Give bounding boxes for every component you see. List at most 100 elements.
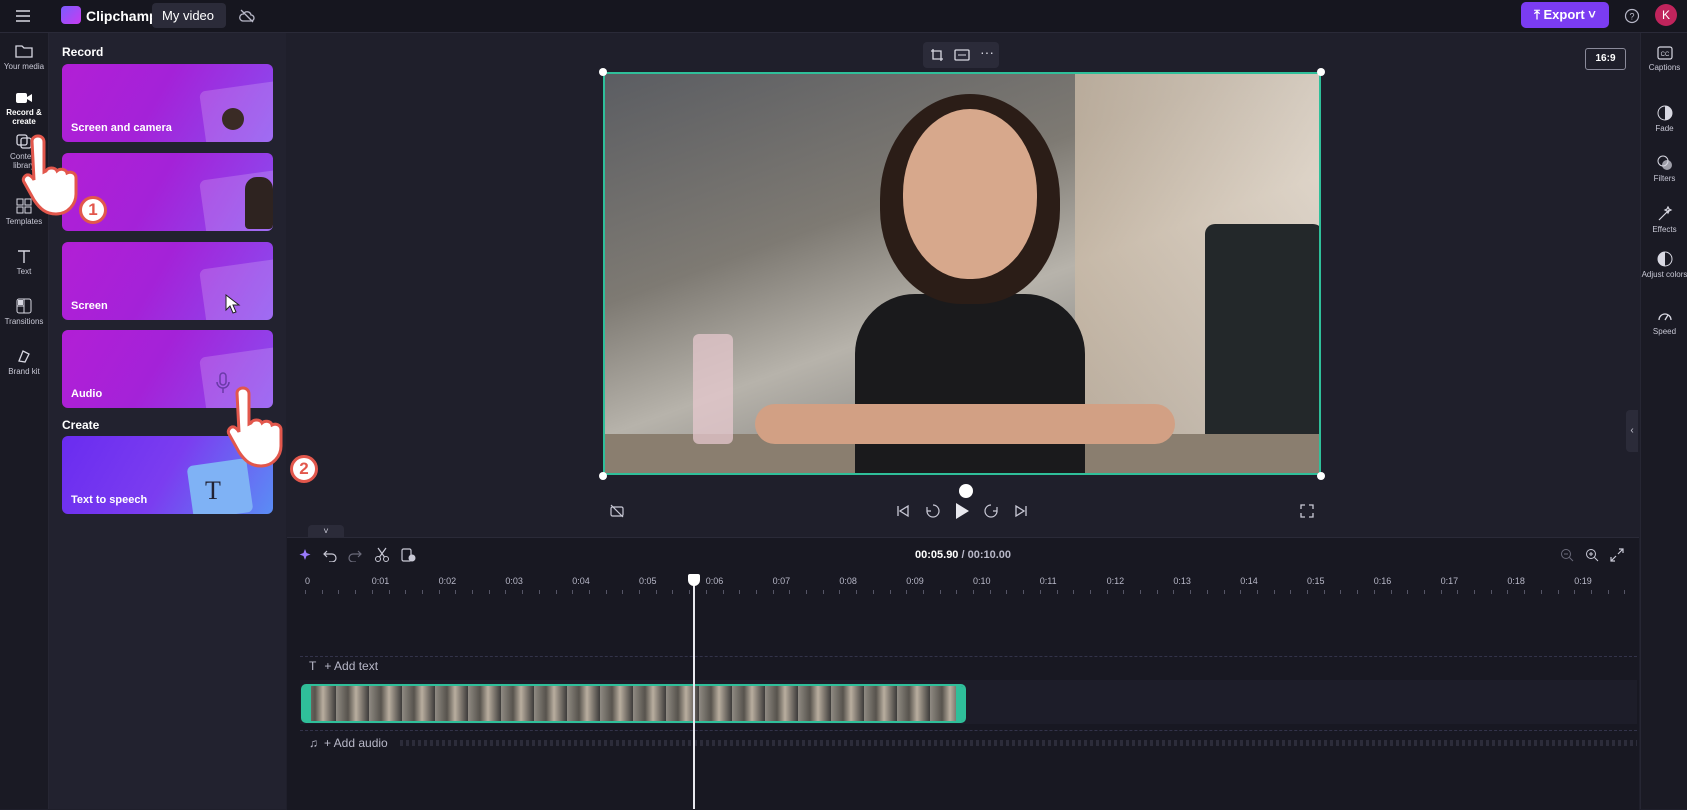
rail-label: Fade	[1655, 124, 1674, 133]
video-preview-frame[interactable]	[603, 72, 1321, 475]
resize-handle[interactable]	[599, 68, 607, 76]
track-divider	[300, 730, 1637, 732]
ruler-tick	[839, 590, 841, 594]
zoom-out-icon[interactable]	[1560, 548, 1574, 562]
rail-filters[interactable]: Filters	[1641, 155, 1687, 183]
export-button[interactable]: ⤒ Export ˅	[1521, 2, 1609, 28]
collapse-chevron-icon[interactable]: ˅	[308, 525, 344, 537]
ruler-tick	[1023, 590, 1025, 594]
rail-captions[interactable]: CC Captions	[1641, 46, 1687, 72]
skip-forward-icon[interactable]	[1014, 504, 1028, 518]
hand-pointer-icon	[226, 386, 283, 468]
playhead-handle[interactable]	[688, 574, 700, 586]
nav-text[interactable]: Text	[0, 248, 48, 276]
undo-icon[interactable]	[323, 548, 337, 562]
ruler-tick	[1507, 590, 1509, 594]
ruler-tick-label: 0	[305, 576, 311, 586]
project-name-tab[interactable]: My video	[152, 3, 226, 28]
chevron-down-icon: ˅	[1584, 7, 1596, 22]
fit-icon[interactable]	[954, 48, 970, 62]
ruler-tick	[1340, 590, 1342, 594]
nav-brand-kit[interactable]: Brand kit	[0, 348, 48, 376]
hand-pointer-icon	[21, 134, 78, 216]
redo-icon[interactable]	[348, 548, 362, 562]
ruler-tick-label: 0:16	[1373, 576, 1392, 586]
playhead-line	[693, 576, 695, 809]
ruler-tick	[1106, 590, 1108, 594]
speed-icon	[1657, 313, 1672, 321]
brand-icon	[18, 350, 30, 363]
ruler-tick	[973, 590, 974, 594]
hamburger-menu-icon[interactable]	[14, 7, 32, 25]
ruler-tick	[438, 590, 440, 594]
user-avatar[interactable]: K	[1655, 4, 1677, 26]
ruler-tick-label: 0:15	[1307, 576, 1325, 586]
skip-back-icon[interactable]	[896, 504, 910, 518]
ruler-tick	[1240, 590, 1242, 594]
forward-5-icon[interactable]	[983, 503, 999, 519]
card-label: Text to speech	[71, 494, 148, 506]
ruler-tick	[455, 590, 457, 594]
add-audio-track[interactable]: ♫ + Add audio	[309, 736, 388, 750]
nav-label: Transitions	[4, 317, 44, 326]
fade-icon	[1657, 105, 1672, 121]
ruler-tick	[1273, 590, 1275, 594]
aspect-ratio-button[interactable]: 16:9	[1585, 48, 1626, 70]
rotate-handle[interactable]	[959, 484, 973, 498]
add-text-label: + Add text	[324, 659, 379, 673]
nav-record-create[interactable]: Record & create	[0, 91, 48, 126]
music-note-icon: ♫	[309, 736, 318, 750]
rail-speed[interactable]: Speed	[1641, 308, 1687, 336]
rewind-5-icon[interactable]	[925, 503, 941, 519]
ruler-tick	[388, 590, 390, 594]
video-clip[interactable]	[301, 684, 966, 723]
rail-adjust-colors[interactable]: Adjust colors	[1641, 251, 1687, 279]
ruler-tick	[655, 590, 657, 594]
resize-handle[interactable]	[1317, 472, 1325, 480]
ruler-tick-label: 0:08	[839, 576, 857, 586]
ruler-tick-label: 0:04	[572, 576, 590, 586]
ruler-tick	[321, 590, 323, 594]
play-icon[interactable]	[954, 502, 970, 520]
ruler-tick	[1006, 590, 1008, 594]
split-scissors-icon[interactable]	[374, 547, 390, 563]
nav-transitions[interactable]: Transitions	[0, 298, 48, 326]
cloud-off-icon[interactable]	[238, 7, 256, 25]
card-screen-and-camera[interactable]: Screen and camera	[62, 64, 273, 142]
person-torso	[855, 294, 1085, 473]
svg-text:?: ?	[1629, 12, 1634, 22]
ruler-tick	[922, 590, 924, 594]
ruler-tick	[371, 590, 373, 594]
ruler-tick	[1256, 590, 1258, 594]
zoom-in-icon[interactable]	[1585, 548, 1599, 562]
rail-fade[interactable]: Fade	[1641, 105, 1687, 133]
more-options-icon[interactable]: ···	[980, 44, 994, 60]
resize-handle[interactable]	[1317, 68, 1325, 76]
ruler-tick	[672, 590, 674, 594]
help-icon[interactable]: ?	[1624, 8, 1640, 24]
clip-trim-handle-right[interactable]	[956, 686, 964, 721]
resize-handle[interactable]	[599, 472, 607, 480]
rail-effects[interactable]: Effects	[1641, 206, 1687, 234]
screenshot-off-icon[interactable]	[609, 503, 625, 519]
crop-icon[interactable]	[930, 48, 944, 62]
ruler-tick	[1357, 590, 1359, 594]
clip-trim-handle-left[interactable]	[303, 686, 311, 721]
ruler-tick	[1540, 590, 1542, 594]
card-screen[interactable]: Screen	[62, 242, 273, 320]
fullscreen-icon[interactable]	[1300, 504, 1314, 518]
record-heading: Record	[62, 45, 104, 59]
ruler-tick	[338, 590, 340, 594]
ruler-tick	[538, 590, 540, 594]
panel-collapse-chevron-icon[interactable]: ‹	[1626, 410, 1638, 452]
magic-icon[interactable]	[298, 548, 312, 562]
ruler-tick-label: 0:01	[371, 576, 390, 586]
nav-your-media[interactable]: Your media	[0, 43, 48, 71]
ruler-tick	[1407, 590, 1409, 594]
fit-timeline-icon[interactable]	[1610, 548, 1624, 562]
add-text-track[interactable]: T + Add text	[309, 659, 378, 673]
nav-label: Record & create	[6, 108, 42, 126]
ruler-tick	[572, 590, 574, 594]
pointer-cursor-icon	[225, 294, 241, 314]
add-media-icon[interactable]	[400, 547, 416, 563]
